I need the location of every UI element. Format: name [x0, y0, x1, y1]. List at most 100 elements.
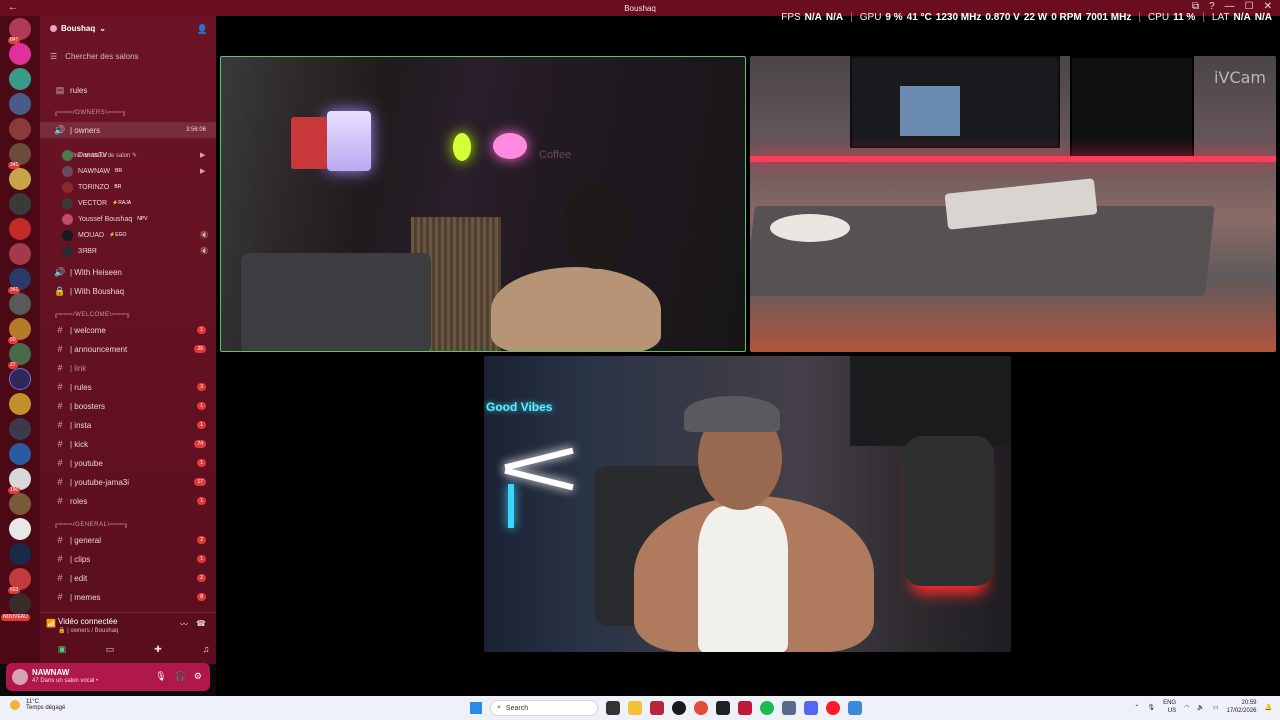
task-view-icon[interactable] — [606, 701, 620, 715]
chrome-icon[interactable] — [694, 701, 708, 715]
channel-link[interactable]: # | link — [40, 360, 216, 376]
channel-rules[interactable]: # | rules 3 — [40, 379, 216, 395]
screen-share-button[interactable]: ▭ — [98, 641, 122, 657]
category-welcome[interactable]: ╔═══/WELCOME\═══╗ — [54, 312, 131, 318]
category-owners[interactable]: ╔═══/OWNERS\═══╗ — [54, 110, 126, 116]
voice-user[interactable]: MOUAD ⚡EGO 🔇 — [62, 228, 209, 242]
app-icon[interactable] — [848, 701, 862, 715]
activities-button[interactable]: ✚ — [146, 641, 170, 657]
mic-tray-icon[interactable]: 🎙 — [1147, 704, 1155, 711]
app-icon[interactable] — [716, 701, 730, 715]
server-icon[interactable] — [9, 493, 31, 515]
channel-insta[interactable]: # | insta 1 — [40, 417, 216, 433]
voice-user[interactable]: ЗЯВЯ 🔇 — [62, 244, 209, 258]
volume-icon[interactable]: 🔈 — [1197, 704, 1204, 711]
minimize-button[interactable]: — — [1225, 1, 1235, 12]
server-icon[interactable]: 341 — [8, 268, 31, 294]
server-icon[interactable] — [9, 68, 31, 90]
voice-channel-heiseen[interactable]: 🔊 | With Heiseen — [40, 264, 216, 280]
taskbar-search[interactable]: ⌕ Search — [490, 700, 598, 716]
server-icon[interactable]: 663 — [8, 568, 31, 594]
app-icon[interactable] — [738, 701, 752, 715]
server-icon[interactable]: 190 — [8, 468, 31, 494]
server-icon[interactable] — [9, 368, 31, 390]
server-icon[interactable] — [9, 543, 31, 565]
signal-icon[interactable]: 📶 — [46, 619, 56, 628]
avatar[interactable] — [12, 669, 28, 685]
server-icon[interactable] — [9, 393, 31, 415]
camera-button[interactable]: ▣ — [50, 641, 74, 657]
voice-user[interactable]: NAWNAW BR ▶ — [62, 164, 205, 178]
server-icon[interactable] — [9, 168, 31, 190]
voice-channel-owners[interactable]: 🔊 | owners 3:56:06 — [40, 122, 216, 138]
voice-user[interactable]: TORINZO BR — [62, 180, 121, 194]
soundboard-button[interactable]: ♫ — [194, 641, 218, 657]
channel-youtube-jama3i[interactable]: # | youtube-jama3i 17 — [40, 474, 216, 490]
channel-rules-top[interactable]: ▤ rules — [40, 82, 216, 98]
server-icon[interactable]: 27 — [8, 343, 31, 369]
server-icon[interactable] — [9, 418, 31, 440]
server-icon[interactable] — [9, 93, 31, 115]
maximize-button[interactable]: ☐ — [1245, 1, 1254, 12]
server-icon[interactable] — [9, 43, 31, 65]
video-tile-streamer[interactable]: Good Vibes — [484, 356, 1011, 652]
video-tile-desk[interactable]: iVCam — [750, 56, 1276, 352]
language-indicator[interactable]: ENG US — [1163, 699, 1176, 715]
close-button[interactable]: ✕ — [1264, 1, 1272, 12]
help-icon[interactable]: ? — [1209, 1, 1215, 12]
windows-start-icon[interactable] — [470, 702, 482, 714]
server-icon[interactable] — [9, 218, 31, 240]
app-icon[interactable] — [782, 701, 796, 715]
chevron-up-icon[interactable]: ⌃ — [1134, 704, 1139, 711]
channel-boosters[interactable]: # | boosters 1 — [40, 398, 216, 414]
headphones-icon[interactable]: 🎧 — [175, 671, 186, 682]
server-icon[interactable] — [9, 243, 31, 265]
server-icon[interactable] — [9, 518, 31, 540]
server-name-header[interactable]: Boushaq ⌄ — [50, 24, 106, 33]
channel-announcement[interactable]: # | announcement 26 — [40, 341, 216, 357]
channel-memes[interactable]: # | memes 8 — [40, 589, 216, 605]
opera-icon[interactable] — [826, 701, 840, 715]
channel-youtube[interactable]: # | youtube 1 — [40, 455, 216, 471]
clock[interactable]: 20:59 17/02/2026 — [1226, 699, 1256, 715]
server-icon[interactable] — [9, 193, 31, 215]
microphone-icon[interactable]: 🎙 — [155, 671, 166, 682]
channel-search[interactable]: ☰ Chercher des salons — [50, 52, 139, 61]
channel-welcome[interactable]: # | welcome 1 — [40, 322, 216, 338]
gear-icon[interactable]: ⚙ — [194, 671, 202, 682]
popout-icon[interactable]: ⧉ — [1192, 1, 1199, 12]
discord-icon[interactable] — [804, 701, 818, 715]
server-icon[interactable]: NOUVEAU — [1, 593, 31, 621]
category-general[interactable]: ╔═══/GENERAL\═══╗ — [54, 522, 129, 528]
wifi-icon[interactable]: ◠ — [1184, 704, 1189, 711]
server-icon[interactable]: 60 — [8, 318, 31, 344]
file-explorer-icon[interactable] — [628, 701, 642, 715]
spotify-icon[interactable] — [760, 701, 774, 715]
voice-user[interactable]: VECTOR ⚡RAJA — [62, 196, 131, 210]
voice-channel-boushaq[interactable]: 🔒 | With Boushaq — [40, 283, 216, 299]
latency-label: LAT — [1211, 12, 1230, 23]
voice-location[interactable]: 🔒 | owners / Boushaq — [58, 627, 118, 634]
noise-suppression-icon[interactable]: 〰 — [180, 619, 188, 630]
back-arrow-icon[interactable]: ← — [8, 2, 18, 13]
app-icon[interactable] — [672, 701, 686, 715]
server-icon[interactable] — [9, 443, 31, 465]
channel-roles[interactable]: # roles 1 — [40, 493, 216, 509]
server-icon[interactable] — [9, 293, 31, 315]
channel-clips[interactable]: # | clips 1 — [40, 551, 216, 567]
video-tile-speaking[interactable]: Coffee — [220, 56, 746, 352]
channel-general[interactable]: # | general 2 — [40, 532, 216, 548]
voice-user[interactable]: DanasTV ▶ — [62, 148, 205, 162]
add-member-icon[interactable]: 👤 — [197, 24, 208, 35]
notification-bell-icon[interactable]: 🔔 — [1265, 704, 1272, 711]
voice-user[interactable]: Youssef Boushaq NPV — [62, 212, 148, 226]
app-icon[interactable] — [650, 701, 664, 715]
server-icon[interactable]: 341 — [8, 143, 31, 169]
disconnect-icon[interactable]: ☎ — [196, 619, 206, 630]
channel-edit[interactable]: # | edit 2 — [40, 570, 216, 586]
server-icon[interactable] — [9, 118, 31, 140]
direct-messages-button[interactable]: 847 — [8, 18, 31, 44]
channel-kick[interactable]: # | kick 74 — [40, 436, 216, 452]
battery-icon[interactable]: ▭ — [1213, 704, 1219, 711]
weather-widget[interactable]: 11°C Temps dégagé — [10, 699, 65, 711]
